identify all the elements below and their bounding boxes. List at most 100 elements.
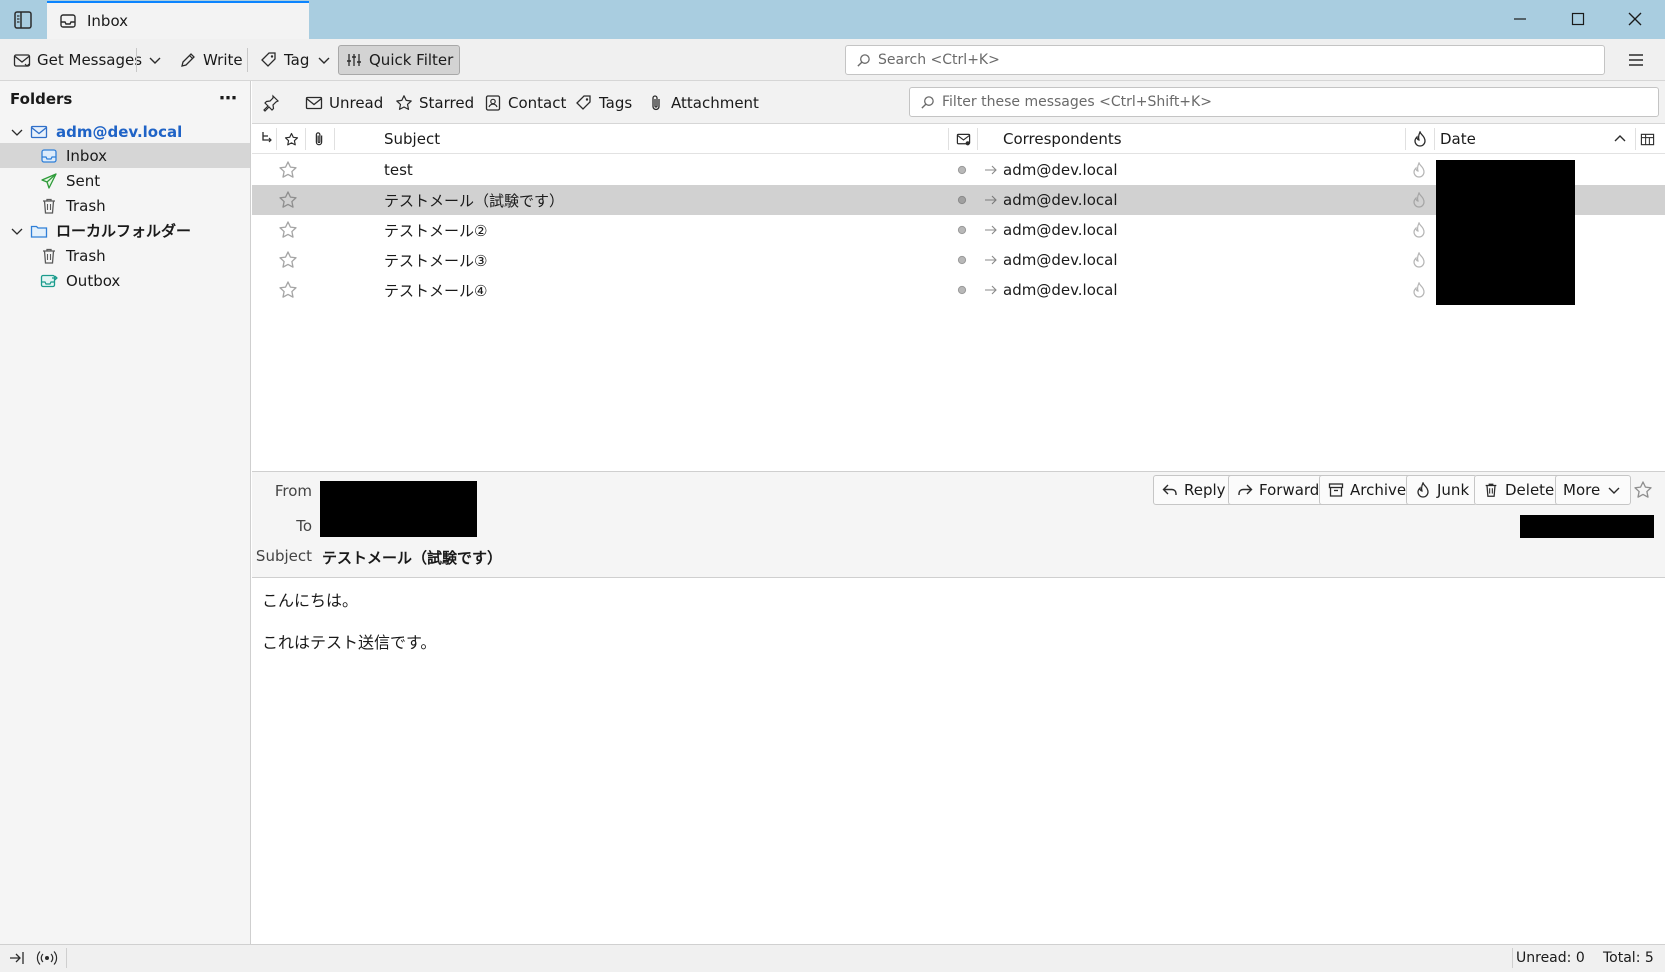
filter-starred-button[interactable]: Starred bbox=[395, 90, 474, 116]
message-correspondent: adm@dev.local bbox=[1003, 161, 1118, 179]
folder-local-trash-label: Trash bbox=[66, 246, 106, 265]
sticky-filter-pin-button[interactable] bbox=[262, 90, 280, 116]
message-correspondent: adm@dev.local bbox=[1003, 251, 1118, 269]
folder-account[interactable]: adm@dev.local bbox=[0, 119, 250, 144]
reply-button[interactable]: Reply bbox=[1153, 475, 1234, 505]
account-label: adm@dev.local bbox=[56, 122, 183, 141]
search-icon bbox=[854, 51, 872, 69]
junk-flame-icon[interactable] bbox=[1412, 275, 1426, 305]
app-menu-button[interactable] bbox=[1621, 47, 1651, 73]
read-dot-icon[interactable] bbox=[957, 215, 967, 245]
folder-local-folders[interactable]: ローカルフォルダー bbox=[0, 218, 250, 243]
more-button[interactable]: More bbox=[1555, 475, 1632, 505]
tag-icon bbox=[575, 94, 593, 112]
message-correspondent: adm@dev.local bbox=[1003, 221, 1118, 239]
filter-contact-button[interactable]: Contact bbox=[484, 90, 566, 116]
chevron-down-icon[interactable] bbox=[10, 224, 24, 238]
paperclip-icon bbox=[647, 94, 665, 112]
trash-icon bbox=[40, 247, 58, 265]
chevron-down-icon[interactable] bbox=[10, 125, 24, 139]
star-message-icon[interactable] bbox=[1633, 480, 1653, 500]
column-picker-icon[interactable] bbox=[1640, 124, 1660, 154]
star-column-header[interactable] bbox=[282, 124, 300, 154]
thread-column-header[interactable] bbox=[258, 124, 276, 154]
folders-title: Folders bbox=[10, 90, 73, 108]
message-body: こんにちは。 これはテスト送信です。 bbox=[252, 579, 1665, 944]
spaces-toolbar-toggle-icon[interactable] bbox=[10, 8, 36, 32]
read-dot-icon[interactable] bbox=[957, 185, 967, 215]
filter-messages-input[interactable]: Filter these messages <Ctrl+Shift+K> bbox=[909, 87, 1659, 117]
delete-button[interactable]: Delete bbox=[1474, 475, 1563, 505]
folder-outbox[interactable]: Outbox bbox=[0, 268, 250, 293]
star-toggle-icon[interactable] bbox=[278, 185, 298, 215]
junk-flame-icon[interactable] bbox=[1412, 245, 1426, 275]
filter-unread-button[interactable]: Unread bbox=[305, 90, 383, 116]
filter-attachment-label: Attachment bbox=[671, 94, 759, 112]
online-status-icon[interactable] bbox=[36, 950, 58, 966]
junk-status-column-header[interactable] bbox=[1411, 124, 1429, 154]
quick-filter-button[interactable]: Quick Filter bbox=[338, 45, 461, 75]
junk-flame-icon[interactable] bbox=[1412, 185, 1426, 215]
folder-trash[interactable]: Trash bbox=[0, 193, 250, 218]
folder-sent[interactable]: Sent bbox=[0, 168, 250, 193]
junk-flame-icon[interactable] bbox=[1412, 155, 1426, 185]
star-toggle-icon[interactable] bbox=[278, 155, 298, 185]
get-messages-button[interactable]: Get Messages bbox=[7, 45, 148, 75]
filter-attachment-button[interactable]: Attachment bbox=[647, 90, 759, 116]
local-folders-label: ローカルフォルダー bbox=[56, 222, 192, 240]
read-dot-icon[interactable] bbox=[957, 245, 967, 275]
forward-label: Forward bbox=[1259, 481, 1320, 499]
forward-button[interactable]: Forward bbox=[1228, 475, 1328, 505]
star-toggle-icon[interactable] bbox=[278, 245, 298, 275]
from-label: From bbox=[274, 482, 312, 500]
date-column-header[interactable]: Date bbox=[1440, 124, 1476, 154]
get-messages-dropdown[interactable] bbox=[140, 45, 170, 75]
star-toggle-icon[interactable] bbox=[278, 215, 298, 245]
message-subject: テストメール② bbox=[384, 221, 488, 240]
redacted-date bbox=[1520, 515, 1654, 538]
column-divider bbox=[305, 128, 306, 150]
correspondents-column-header[interactable]: Correspondents bbox=[1003, 124, 1122, 154]
redacted-dates bbox=[1436, 160, 1575, 305]
folder-local-trash[interactable]: Trash bbox=[0, 243, 250, 268]
junk-button[interactable]: Junk bbox=[1406, 475, 1478, 505]
quick-filter-bar: Unread Starred Contact Tags Attachment F… bbox=[252, 81, 1665, 124]
folder-inbox[interactable]: Inbox bbox=[0, 143, 250, 168]
read-dot-icon[interactable] bbox=[957, 275, 967, 305]
read-dot-icon[interactable] bbox=[957, 155, 967, 185]
tag-label: Tag bbox=[284, 51, 310, 69]
tag-button[interactable]: Tag bbox=[254, 45, 339, 75]
global-search-input[interactable]: Search <Ctrl+K> bbox=[845, 45, 1605, 75]
maximize-button[interactable] bbox=[1548, 0, 1608, 38]
folder-pane-menu-button[interactable]: ⋯ bbox=[219, 90, 238, 108]
folder-icon bbox=[30, 222, 48, 240]
star-toggle-icon[interactable] bbox=[278, 275, 298, 305]
trash-icon bbox=[1482, 481, 1500, 499]
filter-tags-button[interactable]: Tags bbox=[575, 90, 632, 116]
message-correspondent: adm@dev.local bbox=[1003, 191, 1118, 209]
date-column-label: Date bbox=[1440, 130, 1476, 148]
minimize-button[interactable] bbox=[1490, 0, 1550, 38]
inbox-icon bbox=[59, 12, 77, 30]
tab-inbox[interactable]: Inbox bbox=[47, 1, 309, 39]
collapse-sidebar-icon[interactable] bbox=[8, 950, 26, 966]
message-header-pane: From To Subject テストメール（試験です） Reply Forwa… bbox=[252, 471, 1665, 578]
close-window-button[interactable] bbox=[1605, 0, 1665, 38]
attachment-column-header[interactable] bbox=[310, 124, 328, 154]
read-status-column-header[interactable] bbox=[954, 124, 972, 154]
sent-icon bbox=[40, 172, 58, 190]
sort-ascending-icon[interactable] bbox=[1614, 124, 1630, 154]
column-divider bbox=[1405, 128, 1406, 150]
junk-flame-icon[interactable] bbox=[1412, 215, 1426, 245]
filter-sliders-icon bbox=[345, 51, 363, 69]
message-subject: テストメール（試験です） bbox=[384, 191, 565, 210]
column-divider bbox=[1635, 128, 1636, 150]
global-search-placeholder: Search <Ctrl+K> bbox=[878, 52, 1000, 68]
folder-pane: Folders ⋯ adm@dev.local Inbox Sent Trash bbox=[0, 81, 251, 945]
subject-label: Subject bbox=[255, 547, 312, 565]
subject-column-header[interactable]: Subject bbox=[384, 124, 440, 154]
write-button[interactable]: Write bbox=[173, 45, 249, 75]
archive-button[interactable]: Archive bbox=[1319, 475, 1415, 505]
unread-count: Unread: 0 bbox=[1516, 950, 1585, 966]
junk-label: Junk bbox=[1437, 481, 1470, 499]
